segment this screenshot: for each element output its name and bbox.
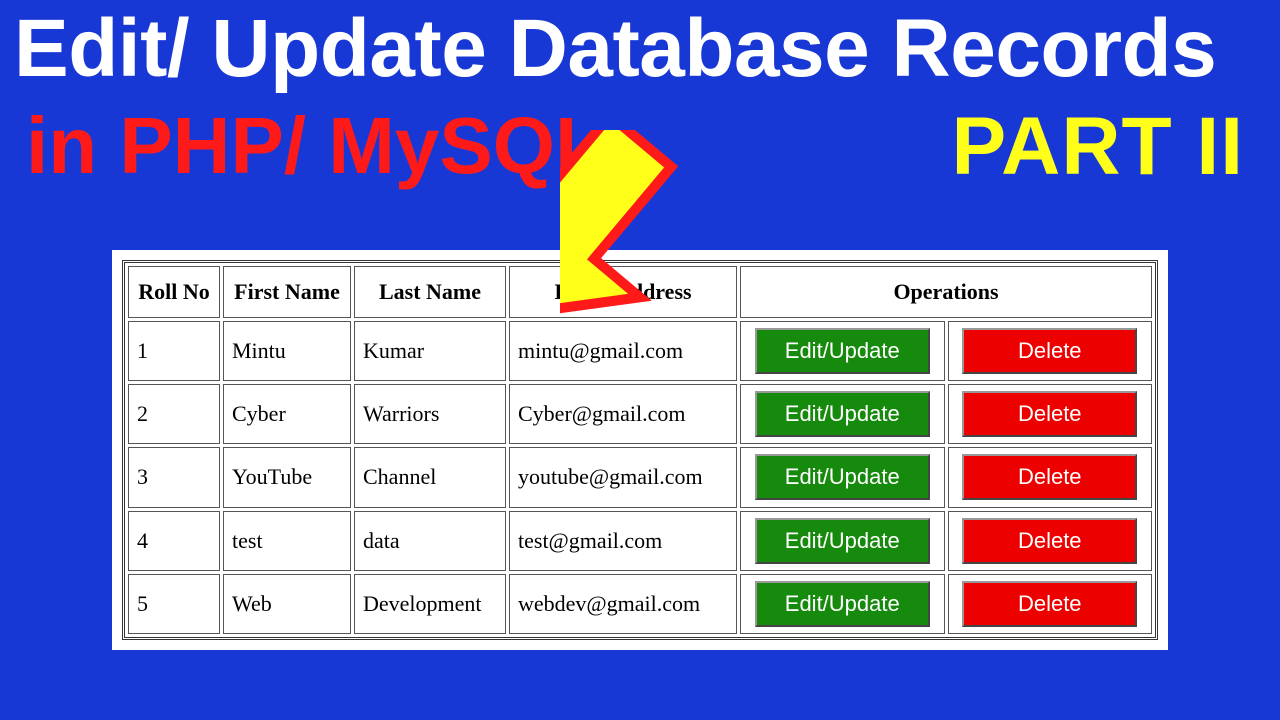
table-row: 3 YouTube Channel youtube@gmail.com Edit…: [128, 447, 1152, 507]
cell-last: Kumar: [354, 321, 506, 381]
cell-first: YouTube: [223, 447, 351, 507]
cell-first: Mintu: [223, 321, 351, 381]
cell-roll: 5: [128, 574, 220, 634]
col-header-last: Last Name: [354, 266, 506, 318]
col-header-roll: Roll No: [128, 266, 220, 318]
col-header-operations: Operations: [740, 266, 1152, 318]
edit-button[interactable]: Edit/Update: [755, 518, 930, 564]
cell-first: Cyber: [223, 384, 351, 444]
col-header-email: Email Address: [509, 266, 737, 318]
title-line-1: Edit/ Update Database Records: [14, 2, 1216, 96]
cell-first: test: [223, 511, 351, 571]
table-row: 5 Web Development webdev@gmail.com Edit/…: [128, 574, 1152, 634]
cell-last: data: [354, 511, 506, 571]
cell-email: Cyber@gmail.com: [509, 384, 737, 444]
records-table-container: Roll No First Name Last Name Email Addre…: [112, 250, 1168, 650]
delete-button[interactable]: Delete: [962, 518, 1137, 564]
delete-button[interactable]: Delete: [962, 454, 1137, 500]
cell-first: Web: [223, 574, 351, 634]
edit-button[interactable]: Edit/Update: [755, 391, 930, 437]
cell-roll: 4: [128, 511, 220, 571]
table-row: 4 test data test@gmail.com Edit/Update D…: [128, 511, 1152, 571]
cell-email: youtube@gmail.com: [509, 447, 737, 507]
records-table: Roll No First Name Last Name Email Addre…: [122, 260, 1158, 640]
part-label: PART II: [952, 100, 1244, 194]
cell-roll: 3: [128, 447, 220, 507]
table-row: 1 Mintu Kumar mintu@gmail.com Edit/Updat…: [128, 321, 1152, 381]
delete-button[interactable]: Delete: [962, 581, 1137, 627]
edit-button[interactable]: Edit/Update: [755, 328, 930, 374]
title-line-2: in PHP/ MySQL: [26, 100, 604, 192]
cell-roll: 1: [128, 321, 220, 381]
cell-email: test@gmail.com: [509, 511, 737, 571]
edit-button[interactable]: Edit/Update: [755, 581, 930, 627]
cell-last: Development: [354, 574, 506, 634]
table-row: 2 Cyber Warriors Cyber@gmail.com Edit/Up…: [128, 384, 1152, 444]
edit-button[interactable]: Edit/Update: [755, 454, 930, 500]
cell-roll: 2: [128, 384, 220, 444]
cell-last: Warriors: [354, 384, 506, 444]
delete-button[interactable]: Delete: [962, 328, 1137, 374]
delete-button[interactable]: Delete: [962, 391, 1137, 437]
cell-last: Channel: [354, 447, 506, 507]
table-header-row: Roll No First Name Last Name Email Addre…: [128, 266, 1152, 318]
cell-email: mintu@gmail.com: [509, 321, 737, 381]
cell-email: webdev@gmail.com: [509, 574, 737, 634]
col-header-first: First Name: [223, 266, 351, 318]
